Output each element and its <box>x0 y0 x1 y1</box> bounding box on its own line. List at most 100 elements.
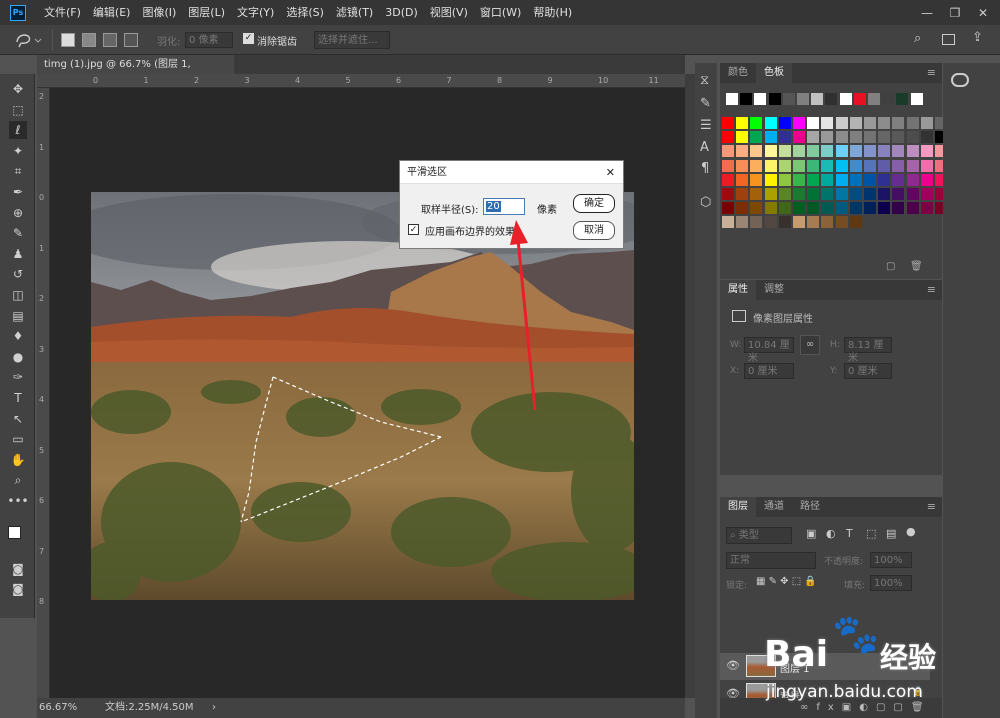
swatch[interactable] <box>722 117 734 129</box>
swatch[interactable] <box>882 93 895 105</box>
width-field[interactable]: 10.84 厘米 <box>744 337 794 364</box>
swatch[interactable] <box>910 93 923 105</box>
swatch[interactable] <box>750 117 763 129</box>
swatch[interactable] <box>821 202 834 215</box>
path-select-icon[interactable]: ↖ <box>9 410 27 428</box>
swatch[interactable] <box>750 216 763 229</box>
swatch[interactable] <box>892 188 905 200</box>
swatch[interactable] <box>722 131 734 144</box>
swatch[interactable] <box>768 93 781 105</box>
swatch[interactable] <box>878 117 891 129</box>
foreground-color[interactable] <box>8 526 21 539</box>
swatch[interactable] <box>726 93 738 105</box>
swatch[interactable] <box>740 93 753 105</box>
y-field[interactable]: 0 厘米 <box>844 363 892 379</box>
brush-tool-icon[interactable]: ✎ <box>9 224 27 242</box>
opacity-field[interactable]: 100% <box>870 552 912 568</box>
menu-item[interactable]: 3D(D) <box>379 0 424 25</box>
swatch[interactable] <box>736 202 749 215</box>
brush-icon[interactable]: ✎ <box>700 96 711 111</box>
close-window-button[interactable]: ✕ <box>968 0 998 25</box>
swatch[interactable] <box>807 145 820 158</box>
swatch[interactable] <box>807 216 820 229</box>
swatch[interactable] <box>835 188 848 200</box>
panel-menu-icon[interactable]: ≡ <box>927 66 936 79</box>
swatch[interactable] <box>892 173 905 186</box>
swatch[interactable] <box>778 202 791 215</box>
status-arrow-icon[interactable]: › <box>212 698 216 718</box>
swatch[interactable] <box>778 131 791 144</box>
swatch[interactable] <box>821 188 834 200</box>
swatch[interactable] <box>793 216 805 229</box>
swatch[interactable] <box>835 202 848 215</box>
swatch[interactable] <box>807 159 820 172</box>
history-brush-icon[interactable]: ↺ <box>9 265 27 283</box>
swatch[interactable] <box>736 159 749 172</box>
swatch[interactable] <box>793 117 805 129</box>
stamp-tool-icon[interactable]: ♟ <box>9 245 27 263</box>
swatch[interactable] <box>764 131 777 144</box>
swatch[interactable] <box>750 145 763 158</box>
blur-tool-icon[interactable]: ♦ <box>9 327 27 345</box>
link-icon[interactable]: ∞ <box>800 335 820 355</box>
dodge-tool-icon[interactable]: ● <box>9 348 27 366</box>
swatch[interactable] <box>849 117 862 129</box>
workspace-icon[interactable] <box>942 34 955 45</box>
character-icon[interactable]: A <box>700 140 709 155</box>
delete-swatch-icon[interactable]: 🗑 <box>910 261 923 272</box>
menu-item[interactable]: 选择(S) <box>280 0 330 25</box>
zoom-tool-icon[interactable]: ⌕ <box>9 471 27 489</box>
swatch[interactable] <box>892 159 905 172</box>
panel-menu-icon[interactable]: ≡ <box>927 500 936 513</box>
swatch[interactable] <box>722 216 734 229</box>
healing-brush-icon[interactable]: ⊕ <box>9 204 27 222</box>
swatch[interactable] <box>807 202 820 215</box>
swatch[interactable] <box>821 131 834 144</box>
swatch[interactable] <box>750 159 763 172</box>
swatch[interactable] <box>849 145 862 158</box>
swatch[interactable] <box>835 216 848 229</box>
landscape-photo[interactable] <box>91 192 634 600</box>
fill-field[interactable]: 100% <box>870 575 912 591</box>
lasso-tool-icon[interactable]: ℓ <box>9 121 27 140</box>
tab-paths[interactable]: 路径 <box>792 497 828 517</box>
swatch[interactable] <box>849 216 862 229</box>
restore-button[interactable]: ❐ <box>940 0 970 25</box>
swatch[interactable] <box>920 131 933 144</box>
vertical-scrollbar[interactable] <box>685 74 695 698</box>
swatch[interactable] <box>764 173 777 186</box>
feather-input[interactable]: 0 像素 <box>185 32 233 48</box>
swatch[interactable] <box>793 145 805 158</box>
visibility-eye-icon[interactable]: 👁 <box>726 659 740 672</box>
swatch[interactable] <box>906 131 919 144</box>
history-icon[interactable]: ⧖ <box>700 73 709 88</box>
menu-item[interactable]: 编辑(E) <box>87 0 137 25</box>
type-tool-icon[interactable]: T <box>9 389 27 407</box>
tab-properties[interactable]: 属性 <box>720 280 756 300</box>
filter-adjust-icon[interactable]: ◐ <box>826 527 836 540</box>
swatch[interactable] <box>807 188 820 200</box>
swatch[interactable] <box>878 131 891 144</box>
eyedropper-icon[interactable]: ✒ <box>9 183 27 201</box>
screen-mode-icon[interactable]: ◙ <box>9 580 27 598</box>
swatch[interactable] <box>754 93 767 105</box>
menu-item[interactable]: 文件(F) <box>38 0 87 25</box>
swatch[interactable] <box>906 173 919 186</box>
swatch[interactable] <box>736 131 749 144</box>
swatch[interactable] <box>778 117 791 129</box>
swatch[interactable] <box>892 117 905 129</box>
swatch[interactable] <box>722 202 734 215</box>
swatch[interactable] <box>797 93 809 105</box>
subtract-selection-icon[interactable] <box>103 33 117 47</box>
pen-tool-icon[interactable]: ✑ <box>9 368 27 386</box>
lasso-tool-icon[interactable] <box>14 32 42 48</box>
swatch[interactable] <box>764 216 777 229</box>
swatch[interactable] <box>920 188 933 200</box>
filter-toggle-icon[interactable]: ● <box>906 525 916 538</box>
swatch[interactable] <box>920 117 933 129</box>
tab-layers[interactable]: 图层 <box>720 497 756 517</box>
document-tab[interactable]: timg (1).jpg @ 66.7% (图层 1, RGB/8#) * × <box>37 55 234 89</box>
marquee-tool-icon[interactable]: ⬚ <box>9 101 27 119</box>
swatch[interactable] <box>821 145 834 158</box>
swatch[interactable] <box>821 117 834 129</box>
